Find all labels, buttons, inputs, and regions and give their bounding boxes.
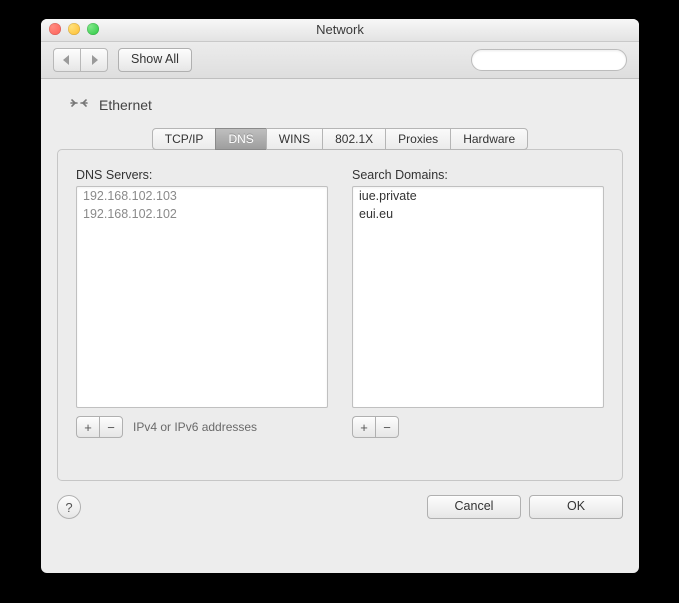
- list-item[interactable]: 192.168.102.103: [77, 187, 327, 205]
- show-all-button[interactable]: Show All: [118, 48, 192, 72]
- tab-8021x[interactable]: 802.1X: [322, 128, 386, 150]
- search-domains-listbox[interactable]: iue.private eui.eu: [352, 186, 604, 408]
- dns-servers-listbox[interactable]: 192.168.102.103 192.168.102.102: [76, 186, 328, 408]
- cancel-button[interactable]: Cancel: [427, 495, 521, 519]
- list-item[interactable]: 192.168.102.102: [77, 205, 327, 223]
- close-window-button[interactable]: [49, 23, 61, 35]
- tabs: TCP/IP DNS WINS 802.1X Proxies Hardware: [57, 128, 623, 150]
- list-item[interactable]: iue.private: [353, 187, 603, 205]
- triangle-left-icon: [63, 55, 71, 65]
- forward-button[interactable]: [80, 48, 108, 72]
- dns-panel: DNS Servers: 192.168.102.103 192.168.102…: [57, 149, 623, 481]
- zoom-window-button[interactable]: [87, 23, 99, 35]
- toolbar: Show All: [41, 42, 639, 79]
- dns-servers-add-remove: + −: [76, 416, 123, 438]
- window: Network Show All: [41, 19, 639, 573]
- add-dns-server-button[interactable]: +: [76, 416, 99, 438]
- footer: ? Cancel OK: [57, 495, 623, 519]
- search-field-wrap[interactable]: [471, 49, 627, 71]
- back-button[interactable]: [53, 48, 80, 72]
- dns-servers-column: DNS Servers: 192.168.102.103 192.168.102…: [76, 168, 328, 438]
- dns-servers-label: DNS Servers:: [76, 168, 328, 182]
- tab-proxies[interactable]: Proxies: [385, 128, 451, 150]
- content: Ethernet TCP/IP DNS WINS 802.1X Proxies …: [41, 79, 639, 531]
- interface-name: Ethernet: [99, 97, 152, 113]
- window-title: Network: [316, 22, 364, 37]
- search-domains-label: Search Domains:: [352, 168, 604, 182]
- traffic-lights: [49, 23, 99, 35]
- interface-header: Ethernet: [57, 91, 623, 128]
- minimize-window-button[interactable]: [68, 23, 80, 35]
- search-domains-column: Search Domains: iue.private eui.eu + −: [352, 168, 604, 438]
- titlebar: Network: [41, 19, 639, 42]
- ethernet-icon: [67, 91, 91, 118]
- list-item[interactable]: eui.eu: [353, 205, 603, 223]
- triangle-right-icon: [90, 55, 98, 65]
- ok-button[interactable]: OK: [529, 495, 623, 519]
- search-domains-add-remove: + −: [352, 416, 399, 438]
- search-input[interactable]: [482, 52, 639, 68]
- remove-dns-server-button[interactable]: −: [99, 416, 123, 438]
- dns-servers-hint: IPv4 or IPv6 addresses: [133, 420, 257, 434]
- help-button[interactable]: ?: [57, 495, 81, 519]
- tab-hardware[interactable]: Hardware: [450, 128, 528, 150]
- nav-buttons: [53, 48, 108, 72]
- remove-search-domain-button[interactable]: −: [375, 416, 399, 438]
- tab-dns[interactable]: DNS: [215, 128, 266, 150]
- tab-tcpip[interactable]: TCP/IP: [152, 128, 217, 150]
- add-search-domain-button[interactable]: +: [352, 416, 375, 438]
- tab-wins[interactable]: WINS: [266, 128, 323, 150]
